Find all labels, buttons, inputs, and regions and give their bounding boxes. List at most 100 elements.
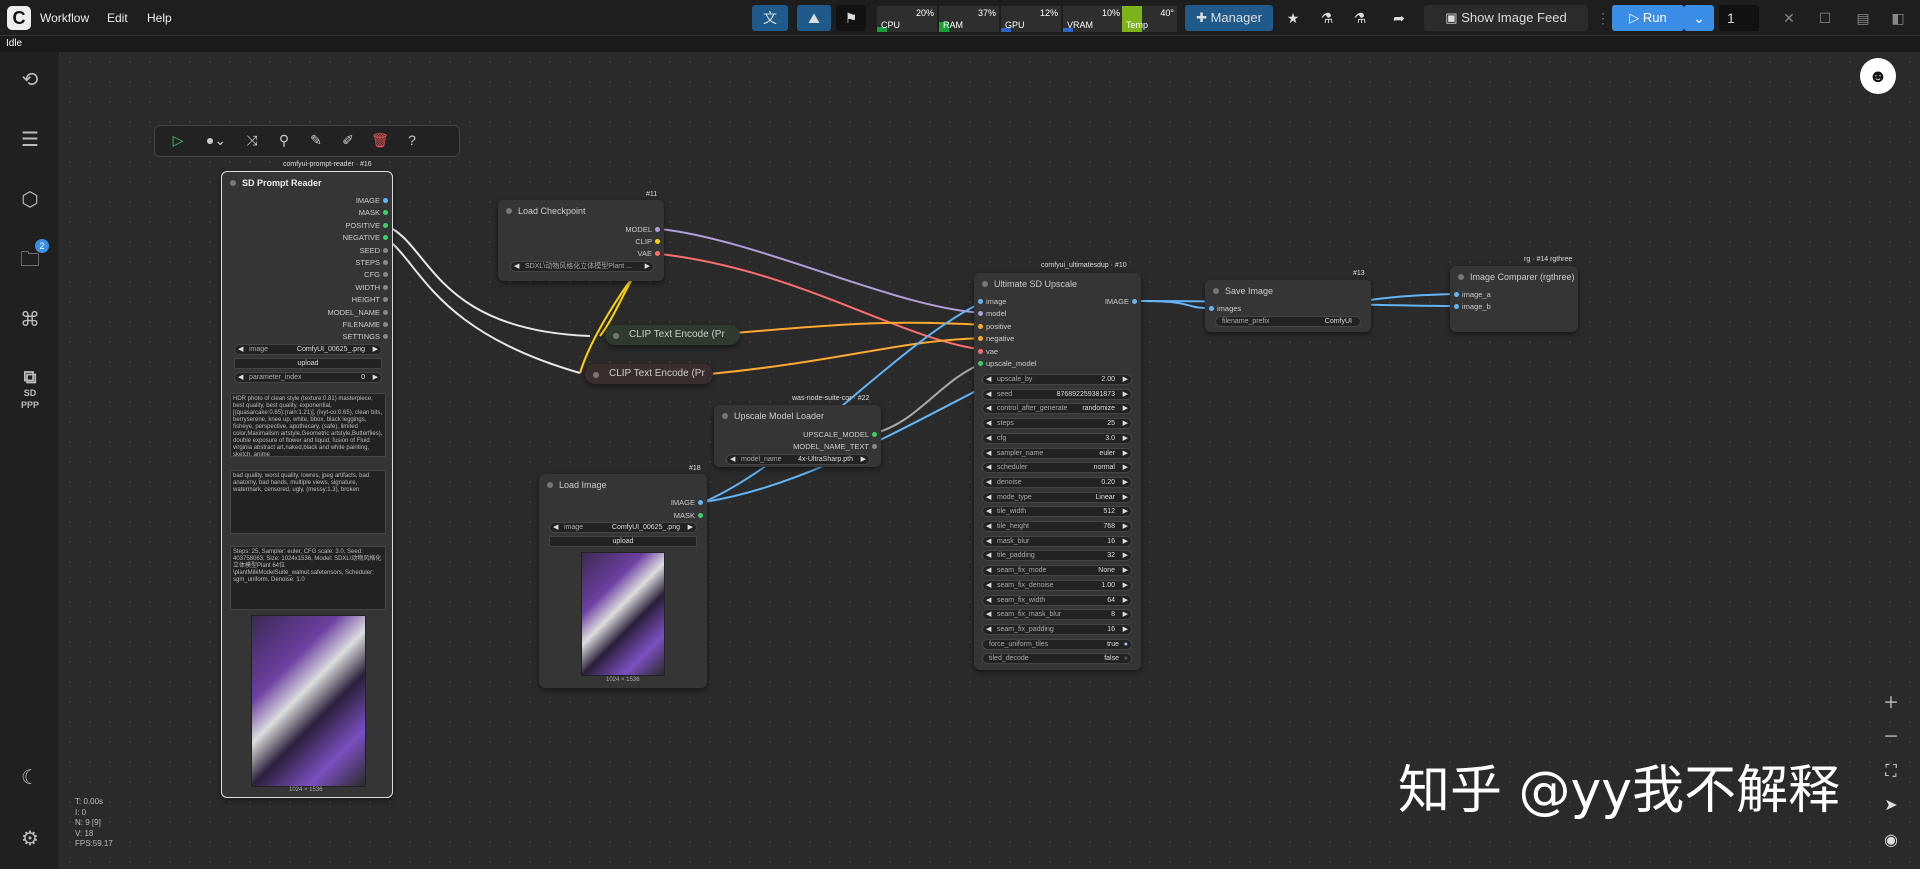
widget-upscale-by[interactable]: ◀ upscale_by 2.00 ▶: [982, 374, 1132, 385]
output-port[interactable]: [383, 222, 388, 228]
model-alt-icon[interactable]: ⚗: [1346, 5, 1374, 31]
widget-tile-padding[interactable]: ◀ tile_padding 32 ▶: [982, 550, 1132, 562]
output-port[interactable]: [383, 297, 388, 303]
translate-icon[interactable]: 文: [752, 5, 788, 31]
widget-seam-fix-width[interactable]: ◀ seam_fix_width 64 ▶: [982, 594, 1132, 606]
widget-tile-width[interactable]: ◀ tile_width 512 ▶: [982, 506, 1132, 518]
workflows-folder-icon[interactable]: 🗀 2: [17, 239, 49, 273]
clip-text-encode-negative-node[interactable]: CLIP Text Encode (Pr: [585, 364, 713, 384]
output-port[interactable]: [872, 432, 877, 437]
run-mode-dropdown-icon[interactable]: ⌄: [1684, 5, 1714, 31]
input-port[interactable]: [978, 299, 983, 304]
bookmark-icon[interactable]: ⚑: [836, 5, 866, 31]
pencil-icon[interactable]: ✐: [335, 126, 361, 154]
widget-seam-fix-denoise[interactable]: ◀ seam_fix_denoise 1.00 ▶: [982, 579, 1132, 591]
input-port[interactable]: [978, 323, 983, 329]
fit-view-icon[interactable]: ⛶: [1872, 755, 1910, 789]
output-port[interactable]: [872, 444, 877, 449]
positive-prompt-text[interactable]: HDR photo of clean style (texture:0.81) …: [230, 393, 386, 457]
widget-tiled-decode[interactable]: tiled_decode false ●: [982, 653, 1132, 665]
output-port[interactable]: [1132, 299, 1137, 304]
widget-denoise[interactable]: ◀ denoise 0.20 ▶: [982, 476, 1132, 488]
sidebar-toggle-icon[interactable]: ◧: [1887, 5, 1909, 31]
widget-control-after-generate[interactable]: ◀ control_after_generate randomize ▶: [982, 403, 1132, 415]
output-port[interactable]: [383, 334, 388, 340]
drag-handle-icon[interactable]: ⋮: [1596, 5, 1610, 31]
sd-ppp-button[interactable]: ⧉ SD PPP: [17, 367, 43, 410]
settings-text[interactable]: Steps: 25, Sampler: euler, CFG scale: 3.…: [230, 546, 386, 610]
input-port[interactable]: [978, 311, 983, 317]
edit-icon[interactable]: ✎: [303, 126, 329, 154]
image-feed-button[interactable]: ▣ Show Image Feed: [1424, 5, 1588, 31]
manager-button[interactable]: ✚ Manager: [1185, 5, 1273, 31]
upload-button[interactable]: upload: [549, 536, 697, 547]
menu-edit[interactable]: Edit: [107, 11, 128, 25]
input-port[interactable]: [1454, 304, 1459, 309]
widget-seed[interactable]: ◀ seed 876892259381873 ▶: [982, 388, 1132, 400]
widget-steps[interactable]: ◀ steps 25 ▶: [982, 418, 1132, 430]
color-picker-icon[interactable]: ●⌄: [198, 126, 234, 154]
locate-icon[interactable]: ➤: [1872, 789, 1910, 823]
load-image-node[interactable]: Load Image IMAGE MASK ◀ image ComfyUI_0062…: [539, 474, 707, 688]
theme-moon-icon[interactable]: ☾: [17, 765, 43, 791]
widget-force-uniform-tiles[interactable]: force_uniform_tiles true ●: [982, 638, 1132, 650]
widget-scheduler[interactable]: ◀ scheduler normal ▶: [982, 462, 1132, 474]
widget-seam-fix-padding[interactable]: ◀ seam_fix_padding 16 ▶: [982, 623, 1132, 635]
toggle-links-icon[interactable]: ◉: [1872, 824, 1910, 858]
help-icon[interactable]: ?: [399, 126, 425, 154]
batch-count-input[interactable]: 1: [1719, 5, 1759, 31]
output-port[interactable]: [383, 322, 388, 327]
input-port[interactable]: [1454, 292, 1459, 297]
input-port[interactable]: [978, 336, 983, 342]
window-icon[interactable]: ☐: [1814, 5, 1836, 31]
comfyui-logo[interactable]: C: [7, 6, 31, 30]
output-port[interactable]: [655, 239, 660, 244]
input-port[interactable]: [978, 348, 983, 354]
output-port[interactable]: [383, 210, 388, 216]
clip-text-encode-positive-node[interactable]: CLIP Text Encode (Pr: [605, 325, 740, 345]
input-port[interactable]: [1209, 306, 1214, 311]
assistant-avatar-icon[interactable]: ☻: [1860, 58, 1896, 94]
zoom-out-icon[interactable]: －: [1872, 721, 1910, 755]
image-comparer-node[interactable]: Image Comparer (rgthree) image_a image_b: [1450, 266, 1578, 332]
ultimate-sd-upscale-node[interactable]: Ultimate SD Upscale image model positive ne…: [974, 273, 1141, 670]
output-port[interactable]: [383, 309, 388, 315]
pin-icon[interactable]: ⚲: [271, 126, 297, 154]
input-port[interactable]: [978, 361, 983, 366]
output-port[interactable]: [698, 513, 703, 518]
settings-gear-icon[interactable]: ⚙: [17, 826, 43, 852]
output-port[interactable]: [383, 235, 388, 241]
model-name-select[interactable]: ◀ model_name 4x-UltraSharp.pth ▶: [726, 454, 870, 465]
close-icon[interactable]: ✕: [1778, 5, 1800, 31]
widget-cfg[interactable]: ◀ cfg 3.0 ▶: [982, 432, 1132, 444]
upload-button[interactable]: upload: [234, 358, 382, 369]
output-port[interactable]: [655, 251, 660, 256]
image-select[interactable]: ◀ image ComfyUI_00625_.png ▶: [234, 344, 382, 355]
save-image-node[interactable]: Save Image images filename_prefix ComfyUI: [1205, 280, 1371, 332]
model-library-icon[interactable]: ⬡: [17, 187, 43, 213]
output-port[interactable]: [383, 284, 388, 290]
output-port[interactable]: [655, 227, 660, 232]
widget-seam-fix-mask-blur[interactable]: ◀ seam_fix_mask_blur 8 ▶: [982, 609, 1132, 621]
filename-prefix-input[interactable]: filename_prefix ComfyUI: [1215, 316, 1361, 327]
menu-help[interactable]: Help: [147, 11, 172, 25]
image-select[interactable]: ◀ image ComfyUI_00625_.png ▶: [549, 522, 697, 533]
output-port[interactable]: [383, 272, 388, 278]
widget-sampler-name[interactable]: ◀ sampler_name euler ▶: [982, 447, 1132, 459]
upscale-model-loader-node[interactable]: Upscale Model Loader UPSCALE_MODEL MODEL…: [714, 405, 881, 467]
history-icon[interactable]: ⟲: [17, 67, 43, 93]
output-port[interactable]: [383, 247, 388, 253]
star-icon[interactable]: ★: [1279, 5, 1307, 31]
delete-icon[interactable]: 🗑: [367, 126, 393, 154]
parameter-index-input[interactable]: ◀ parameter_index 0 ▶: [234, 372, 382, 383]
output-port[interactable]: [383, 198, 388, 203]
widget-tile-height[interactable]: ◀ tile_height 768 ▶: [982, 521, 1132, 532]
sd-ppp-icon[interactable]: ⛰: [797, 5, 831, 31]
node-library-icon[interactable]: ⌘: [17, 307, 43, 333]
model-icon[interactable]: ⚗: [1313, 5, 1341, 31]
menu-workflow[interactable]: Workflow: [40, 11, 89, 25]
bypass-icon[interactable]: ⤨: [239, 126, 265, 154]
widget-mask-blur[interactable]: ◀ mask_blur 16 ▶: [982, 535, 1132, 547]
share-icon[interactable]: ➦: [1385, 5, 1413, 31]
negative-prompt-text[interactable]: bad quality, worst quality, lowres, jpeg…: [230, 470, 386, 534]
